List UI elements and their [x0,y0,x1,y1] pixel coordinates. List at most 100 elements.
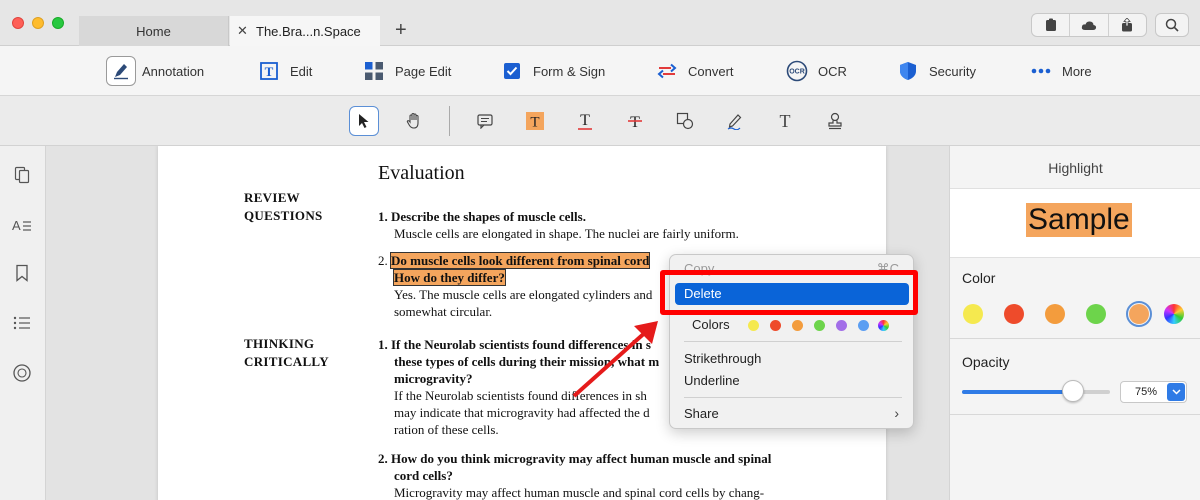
color-swatch-purple[interactable] [836,320,847,331]
menu-item-underline[interactable]: Underline [684,373,740,388]
menu-item-colors[interactable]: Colors [692,317,730,332]
pages-thumbnail-icon[interactable] [11,164,33,186]
bookmark-icon[interactable] [11,262,33,284]
form-sign-label: Form & Sign [533,63,606,79]
search-icon[interactable] [1155,13,1189,37]
security-label: Security [929,63,976,79]
panel-color-yellow[interactable] [963,304,983,324]
opacity-label: Opacity [962,354,1010,370]
close-tab-icon[interactable]: ✕ [237,23,248,39]
color-label: Color [962,270,996,286]
convert-label: Convert [688,63,734,79]
svg-text:T: T [630,114,640,131]
sample-text: Sample [1026,203,1132,237]
shapes-icon[interactable] [670,106,700,136]
question-1: 1. Describe the shapes of muscle cells. … [378,209,739,241]
convert-button[interactable]: Convert [652,56,734,86]
hand-pan-icon[interactable] [399,106,429,136]
opacity-slider-thumb[interactable] [1062,380,1084,402]
stamp-icon[interactable] [820,106,850,136]
shield-icon [893,56,923,86]
page-edit-label: Page Edit [395,63,452,79]
page-grid-icon [359,56,389,86]
highlighted-text[interactable]: Do muscle cells look different from spin… [389,252,651,269]
chevron-down-icon [1167,383,1185,401]
page-edit-button[interactable]: Page Edit [359,56,451,86]
svg-text:OCR: OCR [789,69,805,76]
more-dots-icon [1026,56,1056,86]
color-swatch-red[interactable] [770,320,781,331]
color-swatch-blue[interactable] [858,320,869,331]
opacity-slider-track[interactable] [962,390,1110,394]
title-bar: Home ✕ The.Bra...n.Space + [0,0,1200,46]
color-swatch-green[interactable] [814,320,825,331]
tab-document[interactable]: ✕ The.Bra...n.Space [230,16,380,46]
freehand-pencil-icon[interactable] [720,106,750,136]
panel-color-orange[interactable] [1045,304,1065,324]
edit-text-icon: T [254,56,284,86]
annotation-button[interactable]: Annotation [106,56,204,86]
underline-text-icon[interactable]: T [570,106,600,136]
color-swatch-yellow[interactable] [748,320,759,331]
highlight-preview: Sample [950,188,1200,258]
svg-text:T: T [580,112,590,129]
tab-home[interactable]: Home [79,16,229,46]
cloud-icon[interactable] [1070,14,1109,36]
text-box-icon[interactable]: T [770,106,800,136]
toolbar-divider [449,106,450,136]
more-label: More [1062,63,1092,79]
comment-note-icon[interactable] [470,106,500,136]
svg-text:A: A [12,218,21,233]
menu-separator [684,397,902,398]
left-sidebar: A [0,146,46,500]
svg-text:T: T [530,115,539,131]
close-window-button[interactable] [12,17,24,29]
highlighted-text-2[interactable]: How do they differ? [393,269,506,286]
color-wheel-icon[interactable] [878,320,889,331]
ocr-sidebar-icon[interactable] [11,362,33,384]
opacity-select[interactable]: 75% [1120,381,1187,403]
panel-color-wheel-icon[interactable] [1164,304,1184,324]
opacity-value: 75% [1135,386,1158,398]
annotation-label: Annotation [142,63,205,79]
edit-button[interactable]: T Edit [254,56,312,86]
highlight-text-icon[interactable]: T [520,106,550,136]
strikethrough-text-icon[interactable]: T [620,106,650,136]
tab-home-label: Home [136,23,171,39]
panel-color-red[interactable] [1004,304,1024,324]
menu-item-share[interactable]: Share [684,406,719,421]
section-thinking-critically: THINKING CRITICALLY [244,336,329,369]
menu-item-strikethrough[interactable]: Strikethrough [684,351,761,366]
panel-separator [950,414,1200,415]
minimize-window-button[interactable] [32,17,44,29]
form-sign-button[interactable]: Form & Sign [497,56,605,86]
ocr-label: OCR [818,63,847,79]
menu-separator [684,341,902,342]
section-review-questions: REVIEW QUESTIONS [244,190,323,223]
window-actions-group [1031,13,1147,37]
chevron-right-icon: › [894,405,899,421]
share-export-icon[interactable] [1109,14,1146,36]
svg-text:T: T [265,64,274,79]
main-toolbar: Annotation T Edit Page Edit Form & Sign … [0,46,1200,96]
tab-document-label: The.Bra...n.Space [256,23,361,39]
svg-text:T: T [780,111,791,131]
panel-color-green[interactable] [1086,304,1106,324]
ocr-button[interactable]: OCR OCR [782,56,847,86]
page-title: Evaluation [378,162,465,184]
annotation-toolbar: T T T T [0,96,1200,146]
more-button[interactable]: More [1026,56,1092,86]
edit-label: Edit [290,63,313,79]
security-button[interactable]: Security [893,56,976,86]
zoom-window-button[interactable] [52,17,64,29]
clipboard-icon[interactable] [1032,14,1071,36]
opacity-slider-fill [962,390,1073,394]
color-swatch-orange[interactable] [792,320,803,331]
list-icon[interactable] [11,312,33,334]
panel-color-light-orange[interactable] [1129,304,1149,324]
select-cursor-icon[interactable] [349,106,379,136]
new-tab-plus-icon[interactable]: + [395,19,407,41]
outline-text-icon[interactable]: A [11,214,33,236]
critical-question-2: 2. How do you think microgravity may aff… [378,451,772,500]
annotation-pen-icon [106,56,136,86]
